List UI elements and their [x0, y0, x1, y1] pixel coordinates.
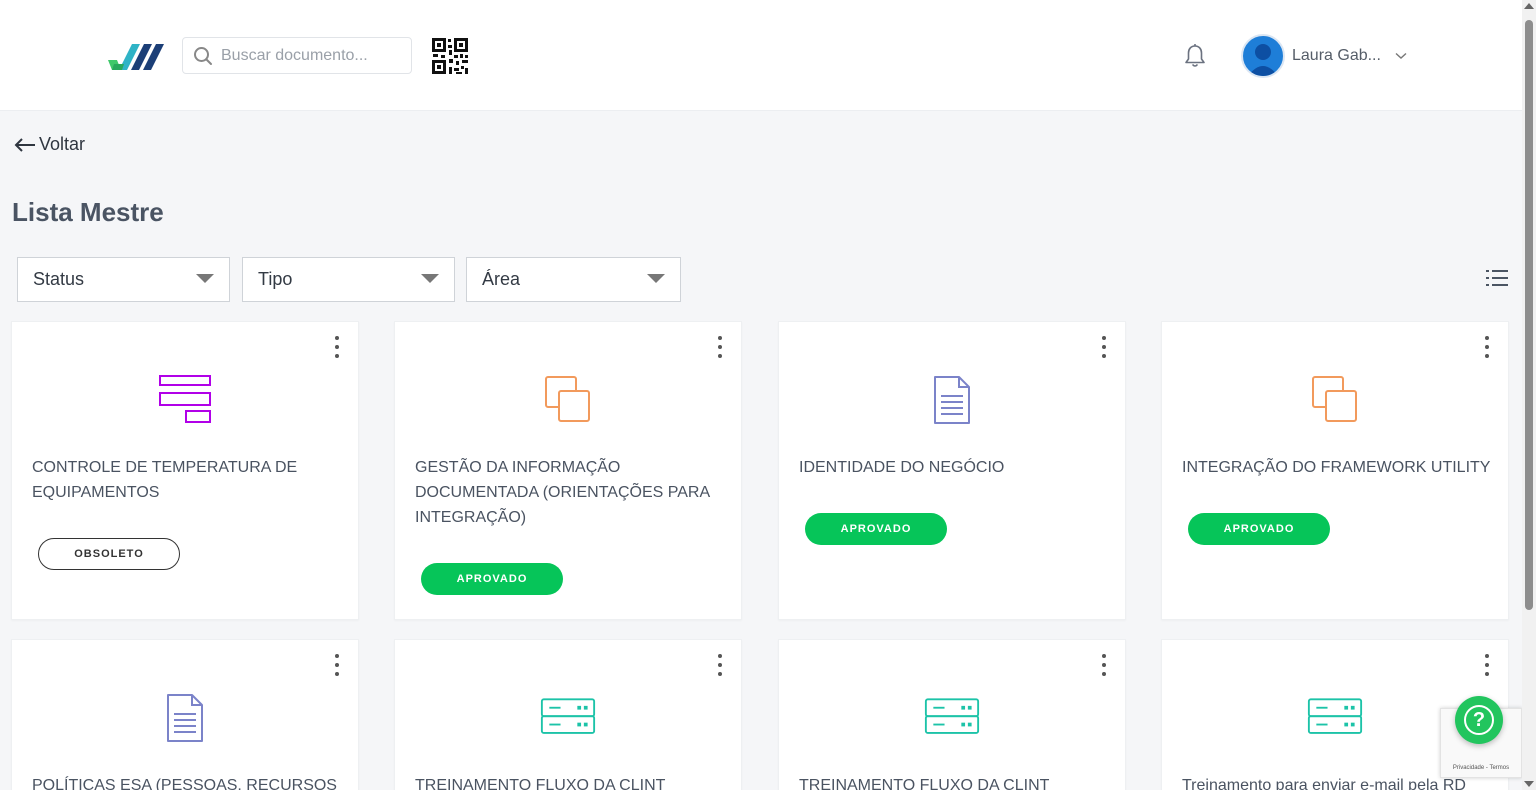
document-title: INTEGRAÇÃO DO FRAMEWORK UTILITY	[1182, 459, 1491, 476]
document-card[interactable]: GESTÃO DA INFORMAÇÃO DOCUMENTADA (ORIENT…	[394, 321, 742, 620]
document-card[interactable]: INTEGRAÇÃO DO FRAMEWORK UTILITY APROVADO	[1161, 321, 1509, 620]
brand-logo[interactable]	[106, 38, 166, 72]
status-badge[interactable]: APROVADO	[805, 513, 947, 545]
server-icon	[540, 698, 596, 734]
recaptcha-links[interactable]: Privacidade - Termos	[1441, 765, 1521, 771]
copy-squares-icon	[545, 376, 590, 422]
qr-code-icon[interactable]	[431, 37, 469, 75]
page-title: Lista Mestre	[12, 197, 164, 227]
caret-down-icon	[647, 274, 665, 283]
scroll-down-arrow-icon[interactable]	[1524, 781, 1534, 787]
question-mark-icon: ?	[1464, 705, 1494, 735]
scroll-up-arrow-icon[interactable]	[1524, 3, 1534, 9]
layout-sections-icon	[159, 375, 211, 423]
area-filter-label: Área	[482, 269, 521, 289]
arrow-left-icon	[14, 137, 35, 152]
document-title: GESTÃO DA INFORMAÇÃO DOCUMENTADA (ORIENT…	[415, 459, 710, 526]
status-filter-label: Status	[33, 269, 85, 289]
status-badge[interactable]: APROVADO	[1188, 513, 1330, 545]
avatar	[1241, 34, 1285, 78]
document-title: TREINAMENTO FLUXO DA CLINT	[415, 777, 666, 790]
more-options-icon[interactable]	[1097, 654, 1111, 676]
type-filter[interactable]: Tipo	[242, 257, 455, 302]
more-options-icon[interactable]	[1097, 336, 1111, 358]
caret-down-icon	[421, 274, 439, 283]
more-options-icon[interactable]	[1480, 654, 1494, 676]
document-card[interactable]: POLÍTICAS ESA (PESSOAS, RECURSOS E	[11, 639, 359, 790]
search-icon	[194, 46, 212, 65]
user-menu[interactable]: Laura Gab...	[1241, 34, 1407, 78]
document-card[interactable]: TREINAMENTO FLUXO DA CLINT	[778, 639, 1126, 790]
back-label: Voltar	[39, 134, 86, 154]
server-icon	[1307, 698, 1363, 734]
document-title: IDENTIDADE DO NEGÓCIO	[799, 459, 1005, 476]
more-options-icon[interactable]	[713, 336, 727, 358]
scrollbar[interactable]	[1522, 0, 1536, 790]
bell-icon[interactable]	[1183, 43, 1207, 69]
more-options-icon[interactable]	[713, 654, 727, 676]
user-name: Laura Gab...	[1292, 47, 1381, 64]
document-title: TREINAMENTO FLUXO DA CLINT	[799, 777, 1050, 790]
search-box[interactable]	[182, 37, 412, 74]
user-silhouette-icon	[1248, 44, 1278, 76]
document-card[interactable]: IDENTIDADE DO NEGÓCIO APROVADO	[778, 321, 1126, 620]
back-link[interactable]: Voltar	[14, 134, 85, 155]
server-icon	[924, 698, 980, 734]
list-view-icon[interactable]	[1486, 269, 1508, 287]
document-icon	[934, 376, 970, 424]
more-options-icon[interactable]	[330, 654, 344, 676]
type-filter-label: Tipo	[258, 269, 293, 289]
top-bar: Laura Gab...	[0, 0, 1522, 111]
status-badge[interactable]: APROVADO	[421, 563, 563, 595]
document-card[interactable]: TREINAMENTO FLUXO DA CLINT	[394, 639, 742, 790]
search-input[interactable]	[221, 46, 401, 65]
more-options-icon[interactable]	[1480, 336, 1494, 358]
document-title: CONTROLE DE TEMPERATURA DE EQUIPAMENTOS	[32, 459, 298, 501]
document-title: POLÍTICAS ESA (PESSOAS, RECURSOS E	[32, 777, 337, 790]
status-badge[interactable]: OBSOLETO	[38, 538, 180, 570]
area-filter[interactable]: Área	[466, 257, 681, 302]
copy-squares-icon	[1312, 376, 1357, 422]
document-card[interactable]: CONTROLE DE TEMPERATURA DE EQUIPAMENTOS …	[11, 321, 359, 620]
help-button[interactable]: ?	[1455, 696, 1503, 744]
document-icon	[167, 694, 203, 742]
more-options-icon[interactable]	[330, 336, 344, 358]
scroll-thumb[interactable]	[1525, 20, 1533, 610]
caret-down-icon	[196, 274, 214, 283]
status-filter[interactable]: Status	[17, 257, 230, 302]
chevron-down-icon	[1395, 52, 1407, 59]
